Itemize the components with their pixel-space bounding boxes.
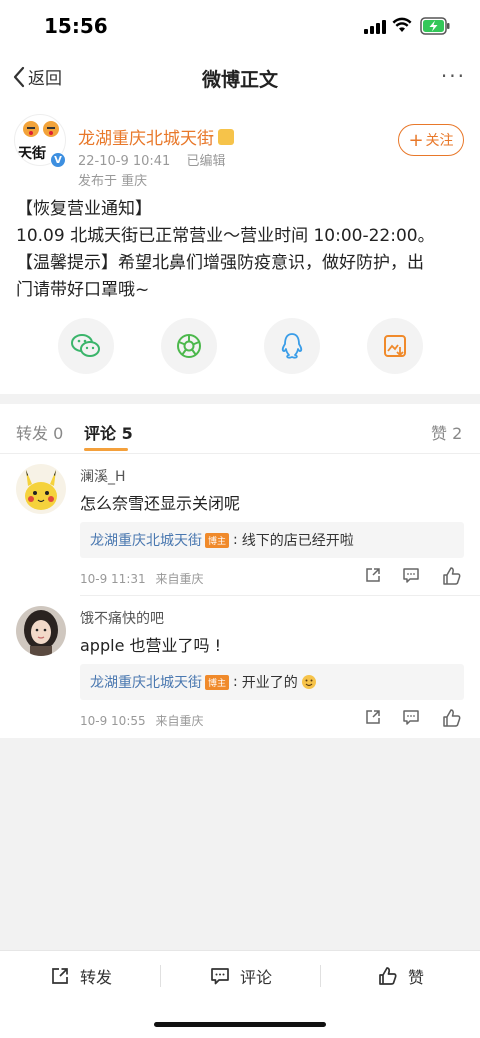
author-name[interactable]: 龙湖重庆北城天街 [78, 124, 234, 149]
tab-comments[interactable]: 评论 5 [84, 420, 133, 444]
post-line: 【恢复营业通知】 [16, 199, 152, 219]
edited-label: 已编辑 [186, 154, 226, 169]
save-image-button[interactable] [367, 318, 423, 374]
comment-label: 评论 [240, 968, 273, 987]
portrait-avatar-icon [16, 606, 66, 656]
comment-time: 10-9 10:55 来自重庆 [80, 712, 203, 729]
battery-charging-icon [420, 17, 450, 35]
commenter-avatar[interactable] [16, 464, 66, 514]
comment-date: 10-9 10:55 [80, 714, 146, 728]
share-icon[interactable] [364, 708, 382, 726]
follow-button[interactable]: + 关注 [398, 124, 464, 156]
comment-text: apple 也营业了吗 ! [80, 636, 221, 655]
tiger-mascot-icon [23, 121, 59, 137]
commenter-avatar[interactable] [16, 606, 66, 656]
signal-icon [364, 20, 386, 34]
bar-divider [320, 965, 321, 987]
avatar-logo-text: 天街 [18, 146, 46, 162]
status-time: 15:56 [44, 14, 108, 38]
reply-author[interactable]: 龙湖重庆北城天街 [90, 530, 202, 550]
post-line: 门请带好口罩哦~ [16, 280, 150, 300]
like-icon [379, 967, 397, 985]
plus-icon: + [408, 129, 424, 151]
emoji-icon [301, 675, 316, 689]
share-icon[interactable] [364, 566, 382, 584]
qq-icon [281, 333, 303, 359]
save-image-icon [384, 335, 406, 357]
comment-text: 怎么奈雪还显示关闭呢 [80, 494, 241, 513]
share-wechat-button[interactable] [58, 318, 114, 374]
comment-list: 澜溪_H 怎么奈雪还显示关闭呢 龙湖重庆北城天街 博主 : 线下的店已经开啦 1… [0, 454, 480, 738]
commenter-name[interactable]: 澜溪_H [80, 466, 126, 486]
post-line: 10.09 北城天街已正常营业～营业时间 10:00-22:00。 [16, 226, 435, 246]
post-meta: 22-10-9 10:41 已编辑 [78, 150, 226, 169]
comment-button[interactable]: 评论 [210, 963, 272, 989]
reply-text: 开业了的 [241, 675, 298, 691]
like-icon[interactable] [442, 708, 462, 728]
host-badge: 博主 [205, 532, 230, 548]
commenter-name[interactable]: 饿不痛快的吧 [80, 608, 164, 628]
bar-divider [160, 965, 161, 987]
reply-colon: : [233, 674, 238, 690]
comment-icon [211, 968, 229, 985]
tab-likes[interactable]: 赞 2 [431, 420, 462, 444]
like-label: 赞 [408, 968, 425, 987]
verified-badge-icon: V [50, 152, 66, 168]
post-body: 【恢复营业通知】 10.09 北城天街已正常营业～营业时间 10:00-22:0… [16, 196, 466, 304]
author-name-text: 龙湖重庆北城天街 [78, 129, 214, 149]
comment-actions [364, 708, 464, 730]
wifi-icon [392, 17, 412, 32]
active-tab-indicator [84, 448, 128, 451]
reply-icon[interactable] [402, 708, 420, 726]
post-card: 天街 V 龙湖重庆北城天街 22-10-9 10:41 已编辑 发布于 重庆 +… [0, 104, 480, 394]
post-date: 22-10-9 10:41 [78, 154, 171, 169]
like-button[interactable]: 赞 [378, 963, 424, 989]
comment-date: 10-9 11:31 [80, 572, 146, 586]
comment-time: 10-9 11:31 来自重庆 [80, 570, 203, 587]
reply-colon: : [233, 532, 238, 548]
host-badge: 博主 [205, 674, 230, 690]
published-location: 发布于 重庆 [78, 174, 148, 189]
repost-label: 转发 [80, 968, 113, 987]
member-crown-icon [218, 128, 234, 145]
comment-location: 来自重庆 [155, 714, 204, 728]
interaction-tabs: 转发 0 评论 5 赞 2 [0, 404, 480, 454]
wechat-icon [71, 334, 100, 357]
reply-author[interactable]: 龙湖重庆北城天街 [90, 672, 202, 692]
repost-button[interactable]: 转发 [50, 963, 112, 989]
share-row [0, 318, 480, 378]
tab-repost[interactable]: 转发 0 [16, 420, 63, 444]
follow-label: 关注 [425, 133, 454, 149]
comment-actions [364, 566, 464, 588]
page-title: 微博正文 [201, 69, 278, 91]
share-qq-button[interactable] [264, 318, 320, 374]
status-bar: 15:56 [0, 0, 480, 52]
home-indicator[interactable] [154, 1022, 326, 1027]
author-reply[interactable]: 龙湖重庆北城天街 博主 : 开业了的 [80, 664, 464, 700]
post-line: 【温馨提示】希望北鼻们增强防疫意识，做好防护，出 [16, 253, 424, 273]
moments-icon [177, 334, 201, 358]
reply-icon[interactable] [402, 566, 420, 584]
like-icon[interactable] [442, 566, 462, 586]
author-reply[interactable]: 龙湖重庆北城天街 博主 : 线下的店已经开啦 [80, 522, 464, 558]
pikachu-avatar-icon [16, 464, 66, 514]
reply-text: 线下的店已经开啦 [241, 533, 354, 549]
comment-item: 饿不痛快的吧 apple 也营业了吗 ! 龙湖重庆北城天街 博主 : 开业了的 … [0, 596, 480, 738]
nav-bar: 返回 微博正文 ··· [0, 52, 480, 104]
share-moments-button[interactable] [161, 318, 217, 374]
comment-location: 来自重庆 [155, 572, 204, 586]
comment-item: 澜溪_H 怎么奈雪还显示关闭呢 龙湖重庆北城天街 博主 : 线下的店已经开啦 1… [0, 454, 480, 596]
more-button[interactable]: ··· [441, 64, 466, 88]
repost-icon [52, 968, 68, 984]
